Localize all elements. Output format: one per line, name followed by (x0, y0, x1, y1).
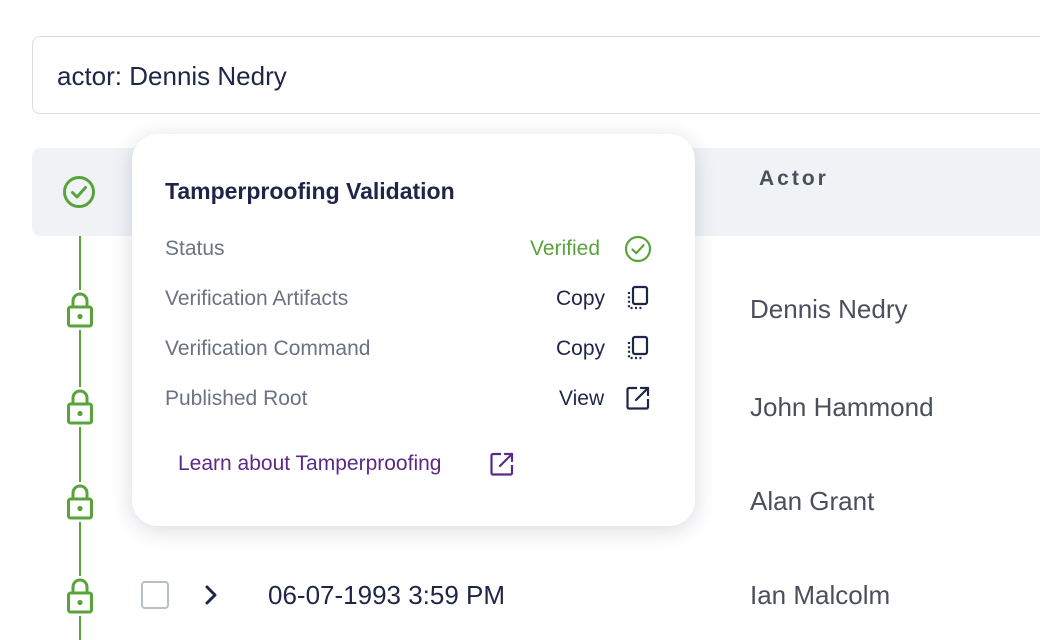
table-row-date: 06-07-1993 3:59 PM (268, 580, 506, 610)
lock-icon[interactable] (63, 576, 97, 616)
audit-log-view: actor: Dennis Nedry Actor Dennis Nedry J… (0, 0, 1040, 640)
chevron-right-icon[interactable] (199, 583, 223, 607)
table-row-actor: John Hammond (750, 392, 934, 422)
status-label: Status (165, 237, 225, 260)
tamperproofing-popover: Tamperproofing Validation Status Verifie… (132, 134, 695, 526)
verification-artifacts-label: Verification Artifacts (165, 287, 349, 310)
learn-about-tamperproofing-link[interactable]: Learn about Tamperproofing (178, 452, 441, 476)
lock-icon[interactable] (63, 482, 97, 522)
external-link-icon[interactable] (624, 384, 652, 412)
verification-command-label: Verification Command (165, 337, 371, 360)
check-circle-icon[interactable] (62, 175, 96, 209)
table-row-actor: Dennis Nedry (750, 294, 908, 324)
published-root-label: Published Root (165, 387, 308, 410)
popover-title: Tamperproofing Validation (165, 178, 455, 204)
lock-icon[interactable] (63, 387, 97, 427)
search-input[interactable]: actor: Dennis Nedry (32, 36, 1040, 114)
copy-icon[interactable] (624, 334, 652, 362)
search-query-text: actor: Dennis Nedry (57, 61, 287, 91)
check-circle-icon (624, 235, 652, 263)
copy-command-button[interactable]: Copy (556, 337, 605, 361)
copy-icon[interactable] (624, 284, 652, 312)
table-row-actor: Alan Grant (750, 486, 875, 516)
external-link-icon[interactable] (488, 450, 516, 478)
copy-artifacts-button[interactable]: Copy (556, 287, 605, 311)
column-header-actor[interactable]: Actor (759, 167, 829, 191)
view-root-button[interactable]: View (559, 387, 604, 411)
status-value: Verified (530, 237, 601, 260)
lock-icon[interactable] (63, 290, 97, 330)
row-select-checkbox[interactable] (141, 581, 169, 609)
table-row-actor: Ian Malcolm (750, 580, 891, 610)
